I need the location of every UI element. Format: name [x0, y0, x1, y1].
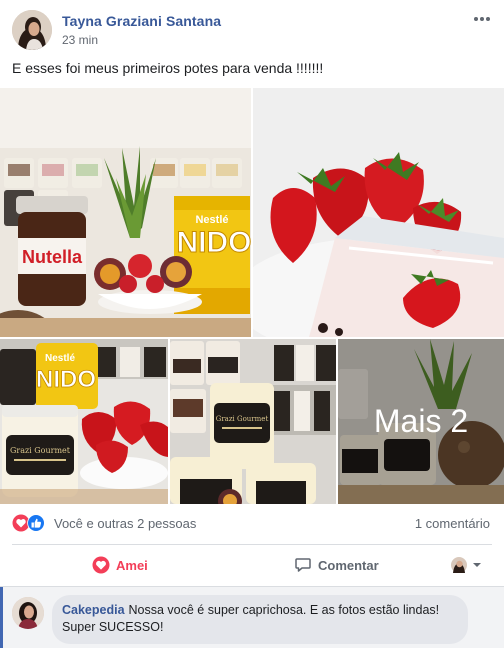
post-photo-4[interactable]: Grazi Gourmet — [170, 339, 336, 504]
nido-label-2: NIDO — [36, 366, 96, 393]
comment-highlight-bar — [0, 587, 3, 648]
post-text: E esses foi meus primeiros potes para ve… — [12, 60, 324, 76]
love-icon — [12, 514, 30, 532]
profile-switcher[interactable] — [450, 556, 484, 574]
post-photo-2[interactable] — [253, 88, 504, 337]
comment-count[interactable]: 1 comentário — [415, 516, 490, 531]
love-label: Amei — [116, 557, 148, 573]
post-actions: Amei Comentar — [12, 550, 492, 580]
post-header: Tayna Graziani Santana 23 min — [12, 10, 492, 52]
pot-label-2: Grazi Gourmet — [216, 415, 269, 423]
post-timestamp[interactable]: 23 min — [62, 33, 98, 47]
facebook-post: Tayna Graziani Santana 23 min E esses fo… — [0, 0, 504, 648]
love-button[interactable]: Amei — [92, 550, 148, 580]
nutella-label: Nutella — [22, 247, 83, 267]
heart-icon — [92, 556, 110, 574]
post-photo-5-more[interactable]: Mais 2 — [338, 339, 504, 504]
more-options-icon[interactable] — [472, 12, 492, 26]
pot-label: Grazi Gourmet — [10, 446, 71, 455]
post-photo-1[interactable]: Nutella Nestlé NIDO — [0, 88, 251, 337]
author-avatar[interactable] — [12, 10, 52, 50]
speech-bubble-icon — [294, 556, 312, 574]
comment-bubble: Cakepedia Nossa você é super caprichosa. … — [52, 595, 468, 644]
comment-label: Comentar — [318, 557, 379, 573]
reactions-text[interactable]: Você e outras 2 pessoas — [54, 516, 196, 531]
nestle-label-2: Nestlé — [45, 353, 75, 364]
author-name[interactable]: Tayna Graziani Santana — [62, 13, 221, 29]
like-icon — [27, 514, 45, 532]
comment-button[interactable]: Comentar — [294, 550, 379, 580]
nido-label: NIDO — [177, 226, 252, 259]
reaction-icons[interactable] — [12, 514, 52, 532]
commenter-avatar[interactable] — [12, 597, 44, 629]
commenter-name[interactable]: Cakepedia — [62, 603, 125, 617]
post-photo-3[interactable]: Nestlé NIDO Grazi Gourmet — [0, 339, 168, 504]
reaction-summary: Você e outras 2 pessoas 1 comentário — [12, 512, 492, 534]
nestle-label: Nestlé — [195, 214, 228, 226]
chevron-down-icon — [473, 563, 481, 567]
divider — [12, 544, 492, 545]
more-photos-overlay[interactable]: Mais 2 — [338, 339, 504, 504]
comments-section: Cakepedia Nossa você é super caprichosa. … — [0, 586, 504, 648]
